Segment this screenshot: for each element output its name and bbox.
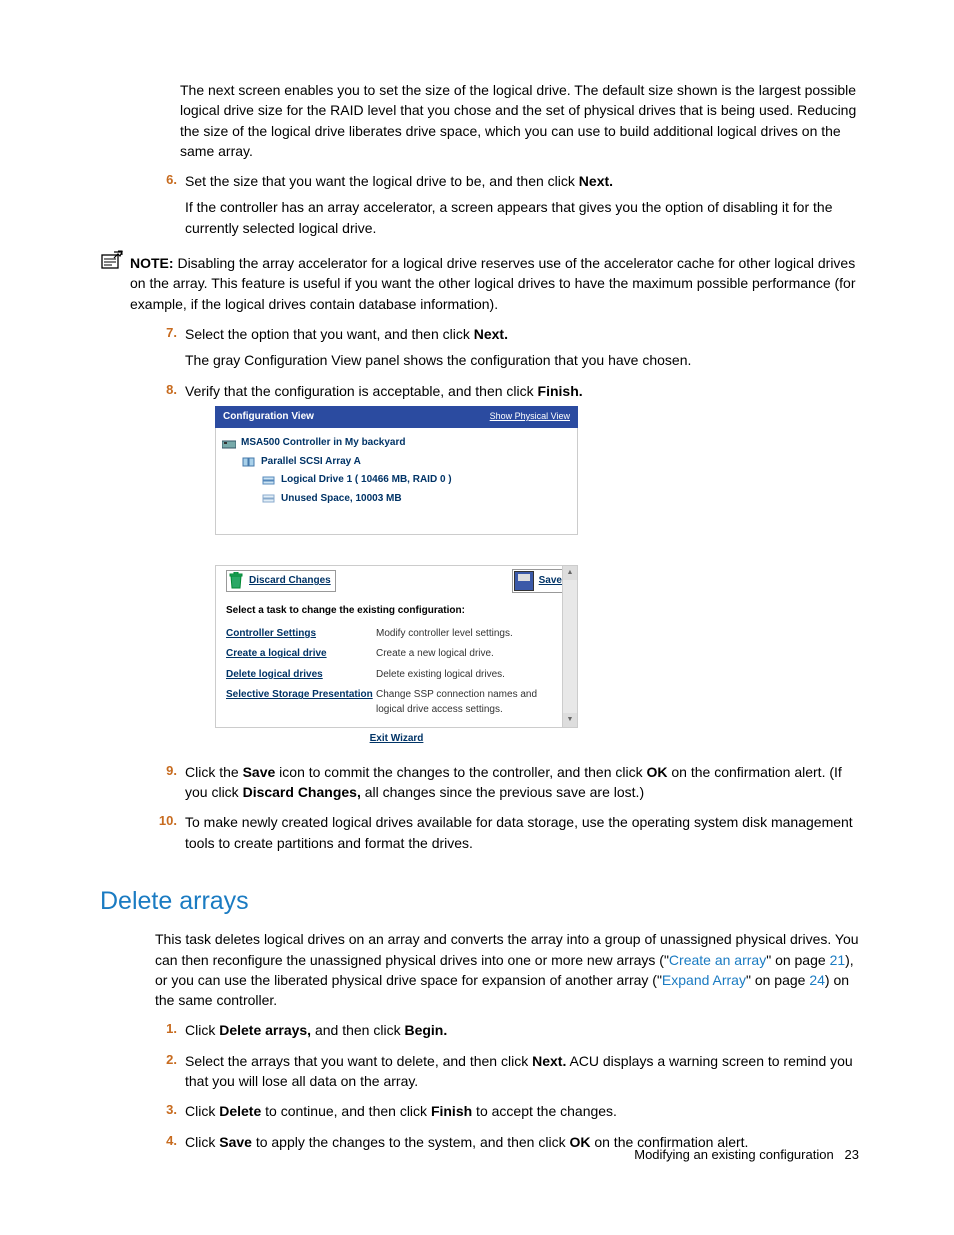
task-desc: Modify controller level settings. xyxy=(376,627,557,642)
tree-item[interactable]: Logical Drive 1 ( 10466 MB, RAID 0 ) xyxy=(281,473,452,488)
step-number: 8. xyxy=(155,381,177,400)
page-footer: Modifying an existing configuration 23 xyxy=(634,1146,859,1165)
floppy-icon xyxy=(514,571,534,591)
section-paragraph: This task deletes logical drives on an a… xyxy=(155,929,859,1010)
tree-item[interactable]: MSA500 Controller in My backyard xyxy=(241,436,406,451)
step-text: Verify that the configuration is accepta… xyxy=(185,383,583,399)
show-physical-view-link[interactable]: Show Physical View xyxy=(490,410,570,425)
document-page: The next screen enables you to set the s… xyxy=(0,0,954,1235)
step-paragraph: The gray Configuration View panel shows … xyxy=(185,350,859,370)
tree-item[interactable]: Unused Space, 10003 MB xyxy=(281,492,402,507)
save-button[interactable]: Save xyxy=(512,569,567,593)
logical-drive-icon xyxy=(262,475,276,487)
step-text: Set the size that you want the logical d… xyxy=(185,173,613,189)
step-text: To make newly created logical drives ava… xyxy=(185,814,853,850)
task-link[interactable]: Selective Storage Presentation xyxy=(226,688,376,717)
task-desc: Change SSP connection names and logical … xyxy=(376,688,557,717)
exit-wizard-link[interactable]: Exit Wizard xyxy=(215,728,578,747)
step-text: Click Delete to continue, and then click… xyxy=(185,1103,617,1119)
scrollbar[interactable]: ▲ ▼ xyxy=(562,566,577,727)
task-prompt: Select a task to change the existing con… xyxy=(216,596,577,625)
note-icon xyxy=(100,250,124,270)
step-number: 1. xyxy=(155,1020,177,1039)
section-heading: Delete arrays xyxy=(100,883,859,919)
step-number: 9. xyxy=(155,762,177,781)
step-number: 6. xyxy=(155,171,177,190)
step-number: 2. xyxy=(155,1051,177,1070)
page-link[interactable]: 24 xyxy=(809,972,825,988)
expand-array-link[interactable]: Expand Array xyxy=(662,972,746,988)
task-link[interactable]: Delete logical drives xyxy=(226,668,376,683)
step-text: Click the Save icon to commit the change… xyxy=(185,764,842,800)
step-text: Select the arrays that you want to delet… xyxy=(185,1053,853,1089)
step-text: Select the option that you want, and the… xyxy=(185,326,508,342)
step-number: 7. xyxy=(155,324,177,343)
config-view-screenshot: Configuration View Show Physical View MS… xyxy=(215,406,578,747)
note-block: NOTE: Disabling the array accelerator fo… xyxy=(130,253,859,314)
step-number: 4. xyxy=(155,1132,177,1151)
controller-icon xyxy=(222,438,236,450)
unused-space-icon xyxy=(262,493,276,505)
step-paragraph: If the controller has an array accelerat… xyxy=(185,197,859,238)
trash-icon xyxy=(228,572,244,590)
discard-changes-button[interactable]: Discard Changes xyxy=(226,570,336,592)
task-desc: Delete existing logical drives. xyxy=(376,668,557,683)
task-desc: Create a new logical drive. xyxy=(376,647,557,662)
config-tree: MSA500 Controller in My backyard Paralle… xyxy=(215,428,578,535)
step-number: 3. xyxy=(155,1101,177,1120)
step-number: 10. xyxy=(155,812,177,831)
task-link[interactable]: Create a logical drive xyxy=(226,647,376,662)
intro-paragraph: The next screen enables you to set the s… xyxy=(180,80,859,161)
tree-item[interactable]: Parallel SCSI Array A xyxy=(261,455,361,470)
task-link[interactable]: Controller Settings xyxy=(226,627,376,642)
page-link[interactable]: 21 xyxy=(830,952,846,968)
array-icon xyxy=(242,456,256,468)
panel-title: Configuration View xyxy=(223,410,314,425)
create-array-link[interactable]: Create an array xyxy=(669,952,766,968)
step-text: Click Delete arrays, and then click Begi… xyxy=(185,1022,447,1038)
